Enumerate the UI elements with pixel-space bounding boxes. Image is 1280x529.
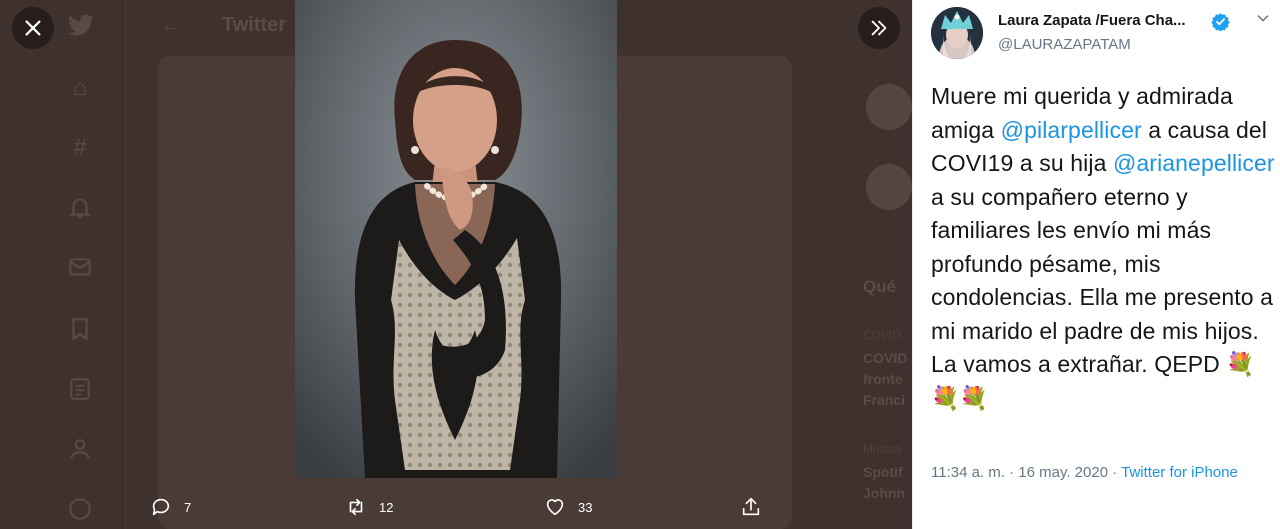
like-button[interactable]: 33	[544, 493, 592, 521]
tweet-text: Muere mi querida y admirada amiga @pilar…	[931, 80, 1276, 415]
background-side-line: fronte	[863, 371, 903, 387]
notifications-icon	[66, 194, 94, 222]
double-chevron-right-icon	[871, 20, 887, 36]
tweet-detail-panel: Laura Zapata /Fuera Cha... @LAURAZAPATAM…	[912, 0, 1280, 529]
background-side-category: COVID	[863, 328, 902, 342]
background-side-category: Música	[863, 442, 902, 456]
back-arrow-icon: ←	[160, 12, 182, 37]
retweet-icon	[349, 498, 363, 516]
lists-icon	[66, 376, 94, 404]
nav-divider	[125, 0, 126, 529]
like-count: 33	[578, 499, 593, 515]
retweet-button[interactable]: 12	[345, 493, 393, 521]
background-avatar	[866, 164, 912, 210]
tweet-timestamp[interactable]: 11:34 a. m. · 16 may. 2020	[931, 464, 1108, 481]
tweet-meta: 11:34 a. m. · 16 may. 2020 · Twitter for…	[931, 462, 1271, 484]
mention-link[interactable]: @pilarpellicer	[1001, 117, 1142, 143]
heart-icon	[546, 499, 564, 516]
retweet-count: 12	[379, 499, 394, 515]
author-name[interactable]: Laura Zapata /Fuera Cha...	[998, 12, 1186, 29]
background-side-line: Spotif	[863, 464, 903, 480]
meta-separator: ·	[1108, 464, 1122, 481]
verified-badge-icon	[1211, 13, 1230, 31]
expand-panel-button[interactable]	[858, 7, 900, 49]
tweet-source-link[interactable]: Twitter for iPhone	[1121, 464, 1238, 481]
messages-icon	[66, 254, 94, 282]
background-avatar	[866, 84, 912, 130]
tweet-text-part: a su compañero eterno y familiares les e…	[931, 183, 1274, 378]
reply-icon	[152, 498, 170, 516]
twitter-logo-icon	[66, 12, 96, 38]
share-button[interactable]	[740, 493, 774, 521]
close-icon	[25, 20, 41, 36]
close-button[interactable]	[12, 7, 54, 49]
background-side-heading: Qué	[863, 277, 897, 296]
background-side-line: Johnn	[863, 485, 905, 501]
background-header-title: Twitter	[222, 14, 287, 36]
explore-icon: #	[73, 134, 87, 161]
home-icon: ⌂	[72, 74, 88, 101]
author-handle[interactable]: @LAURAZAPATAM	[998, 36, 1131, 53]
bookmarks-icon	[66, 316, 94, 344]
profile-icon	[66, 436, 94, 464]
more-icon	[66, 496, 94, 524]
reply-count: 7	[184, 499, 192, 515]
mention-link[interactable]: @arianepellicer	[1113, 150, 1275, 176]
chevron-down-icon[interactable]	[1255, 10, 1271, 26]
share-icon	[742, 497, 760, 516]
avatar[interactable]	[931, 7, 983, 59]
reply-button[interactable]: 7	[150, 493, 191, 521]
background-side-line: Franci	[863, 392, 906, 408]
tweet-photo	[295, 0, 617, 478]
background-side-line: COVID	[863, 350, 908, 366]
